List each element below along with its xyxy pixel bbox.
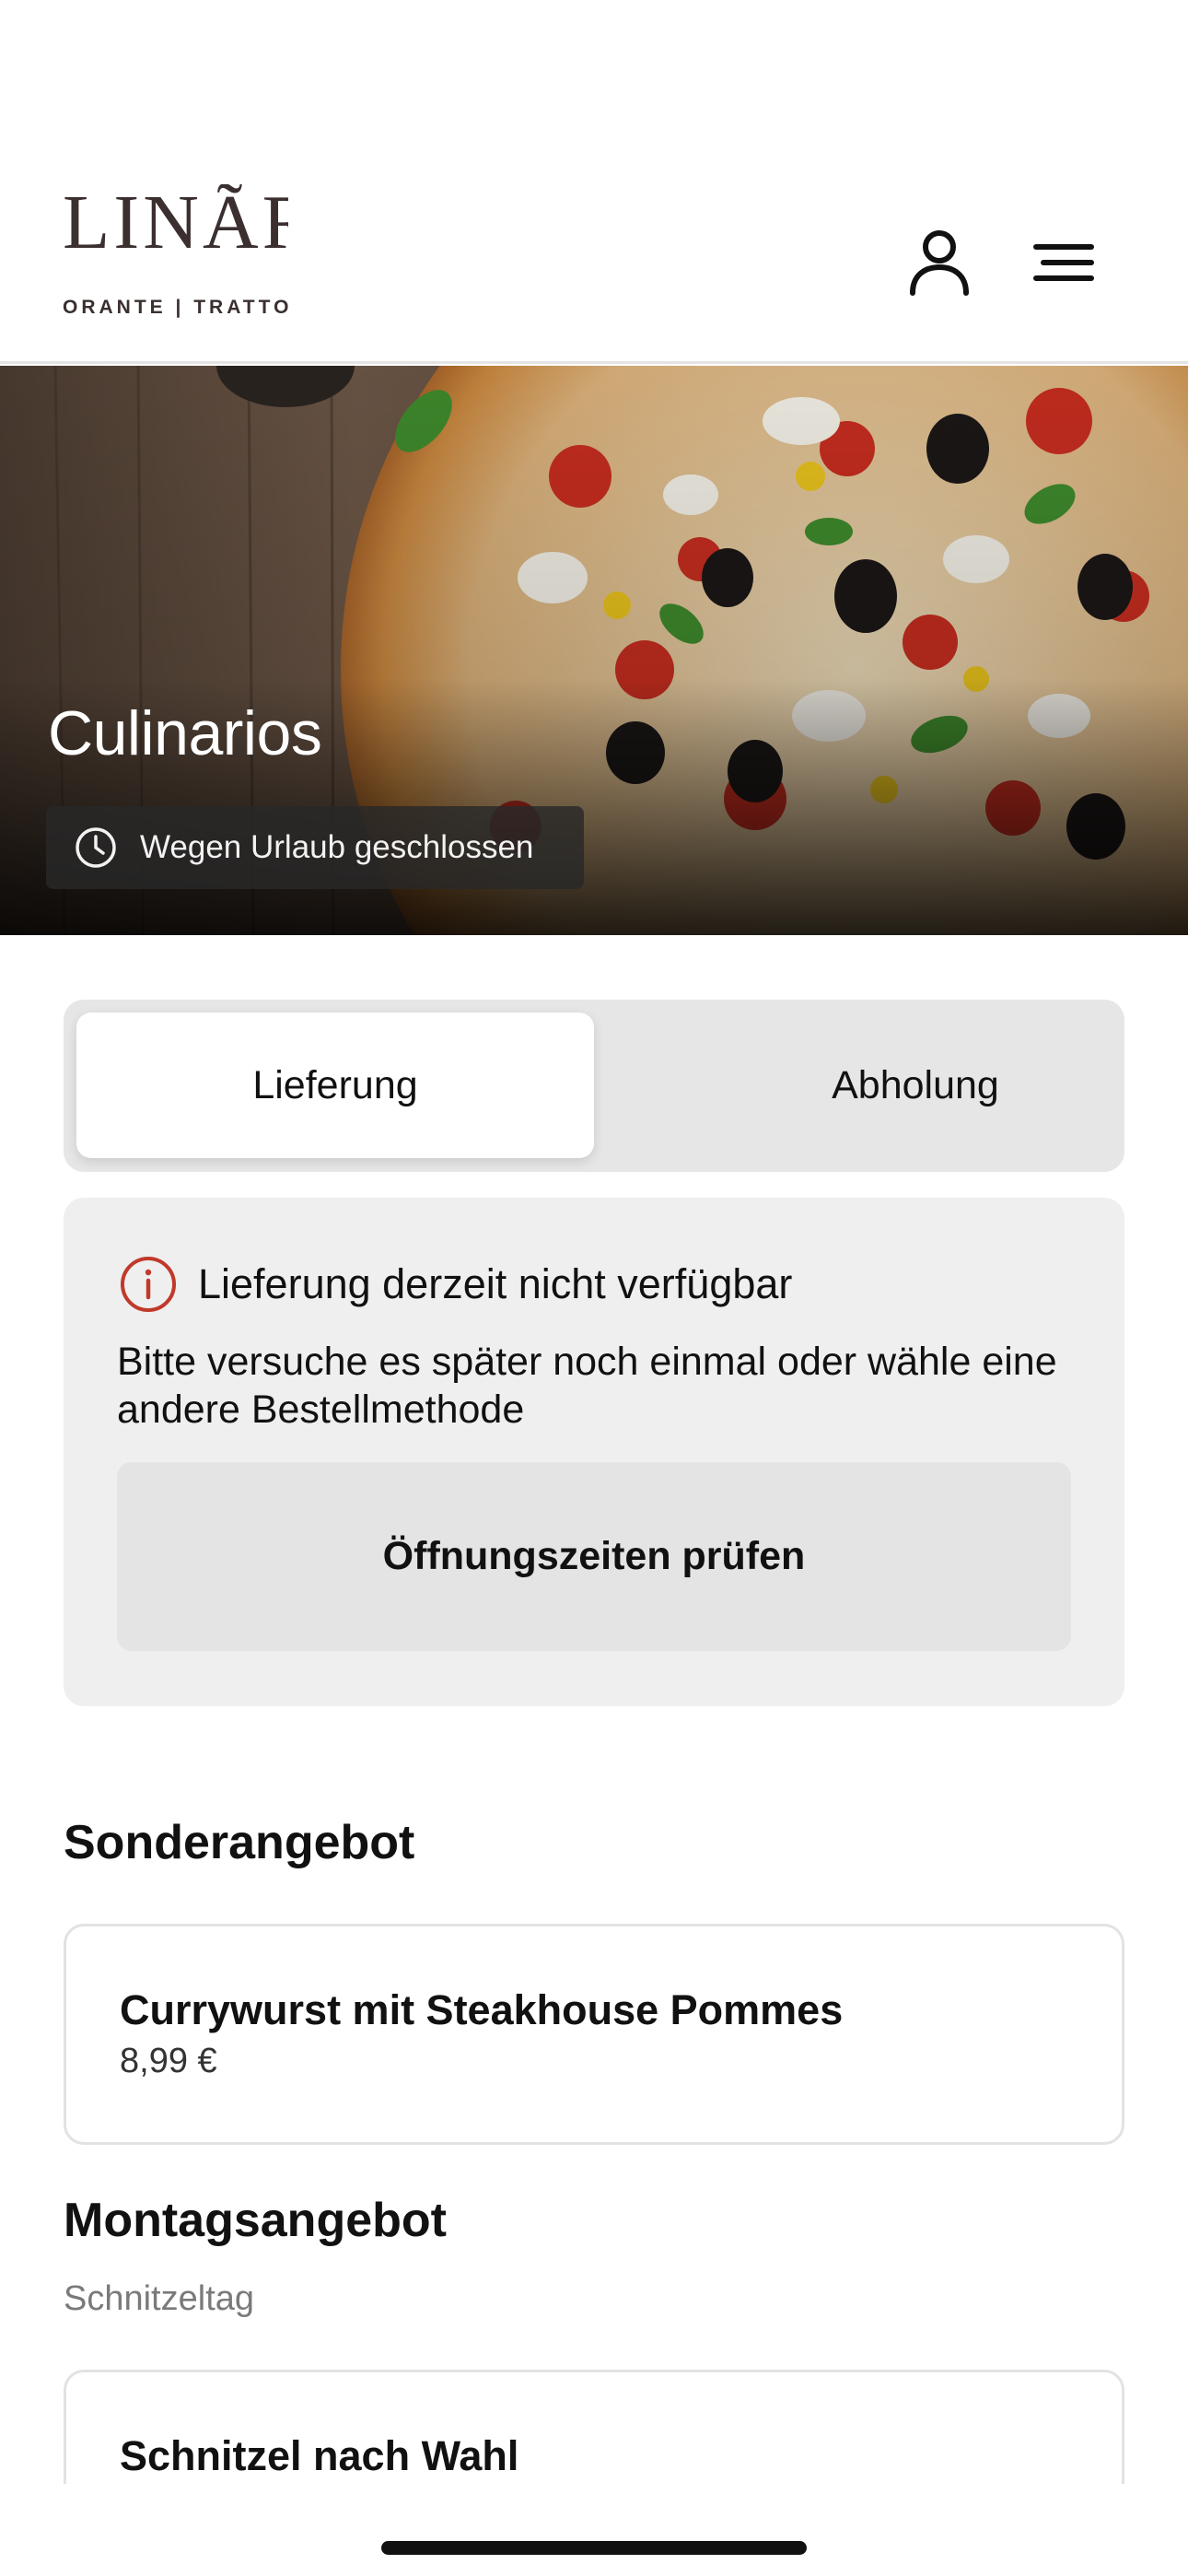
toggle-delivery[interactable]: Lieferung xyxy=(76,1013,594,1158)
restaurant-name: Culinarios xyxy=(48,698,322,768)
home-indicator[interactable] xyxy=(381,2541,807,2555)
offer-price: 8,99 € xyxy=(120,2042,217,2080)
offer-card[interactable]: Currywurst mit Steakhouse Pommes 8,99 € xyxy=(64,1924,1124,2145)
offer-name: Schnitzel nach Wahl xyxy=(120,2432,519,2479)
toggle-pickup[interactable]: Abholung xyxy=(657,1013,1174,1158)
app-header: LINÃR ORANTE | TRATTO xyxy=(0,0,1188,364)
section-title-special-offer: Sonderangebot xyxy=(64,1816,415,1869)
account-button[interactable] xyxy=(898,221,981,304)
app-screen: LINÃR ORANTE | TRATTO xyxy=(0,0,1188,2576)
clock-icon xyxy=(76,827,116,868)
restaurant-logo[interactable]: LINÃR ORANTE | TRATTO xyxy=(63,184,288,322)
section-subtitle: Schnitzeltag xyxy=(64,2279,255,2318)
section-title-monday-offer: Montagsangebot xyxy=(64,2194,447,2247)
offer-name: Currywurst mit Steakhouse Pommes xyxy=(120,1986,844,2033)
delivery-unavailable-notice: Lieferung derzeit nicht verfügbar Bitte … xyxy=(64,1198,1124,1706)
opening-status-text: Wegen Urlaub geschlossen xyxy=(140,829,534,865)
notice-header: Lieferung derzeit nicht verfügbar xyxy=(119,1255,792,1314)
order-type-toggle: Lieferung Abholung xyxy=(64,1000,1124,1172)
notice-title: Lieferung derzeit nicht verfügbar xyxy=(198,1260,793,1307)
opening-status-badge: Wegen Urlaub geschlossen xyxy=(46,806,584,889)
menu-button[interactable] xyxy=(1022,221,1105,304)
logo-wordmark: LINÃR xyxy=(63,184,288,265)
hero-banner: Culinarios Wegen Urlaub geschlossen xyxy=(0,366,1188,935)
bottom-safe-area xyxy=(0,2484,1188,2576)
logo-subtitle: ORANTE | TRATTO xyxy=(63,297,288,318)
user-icon xyxy=(910,230,969,296)
check-opening-hours-button[interactable]: Öffnungszeiten prüfen xyxy=(117,1462,1071,1651)
info-icon xyxy=(121,1257,176,1312)
notice-message: Bitte versuche es später noch einmal ode… xyxy=(117,1340,1057,1432)
hamburger-menu-icon xyxy=(1033,244,1094,281)
